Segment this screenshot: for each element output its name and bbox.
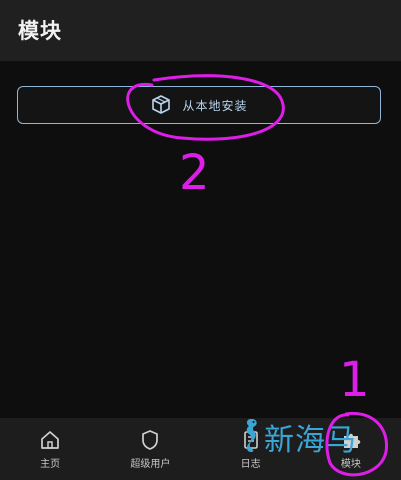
home-icon (39, 429, 61, 451)
puzzle-icon (340, 429, 362, 451)
log-icon (240, 429, 262, 451)
nav-label-home: 主页 (40, 458, 61, 470)
annotation-overlay (126, 74, 388, 477)
bottom-navigation: 主页 超级用户 日志 模块 (0, 418, 401, 480)
annotation-step-one: 1 (339, 352, 370, 408)
nav-label-modules: 模块 (340, 458, 361, 470)
page-title: 模块 (18, 19, 62, 43)
nav-item-modules[interactable]: 模块 (301, 418, 401, 480)
annotation-step-two: 2 (179, 145, 210, 201)
top-app-bar: 模块 (0, 0, 401, 61)
nav-label-log: 日志 (240, 458, 261, 470)
install-button-label: 从本地安装 (182, 98, 248, 113)
install-from-local-button[interactable]: 从本地安装 (17, 86, 381, 124)
app-window: 模块 从本地安装 主页 超级用户 日志 模块 新海马 2 1 (0, 0, 401, 480)
nav-item-superuser[interactable]: 超级用户 (100, 418, 200, 480)
nav-item-home[interactable]: 主页 (0, 418, 100, 480)
package-icon (150, 94, 172, 116)
nav-label-superuser: 超级用户 (130, 458, 171, 470)
shield-icon (139, 429, 161, 451)
nav-item-log[interactable]: 日志 (201, 418, 301, 480)
